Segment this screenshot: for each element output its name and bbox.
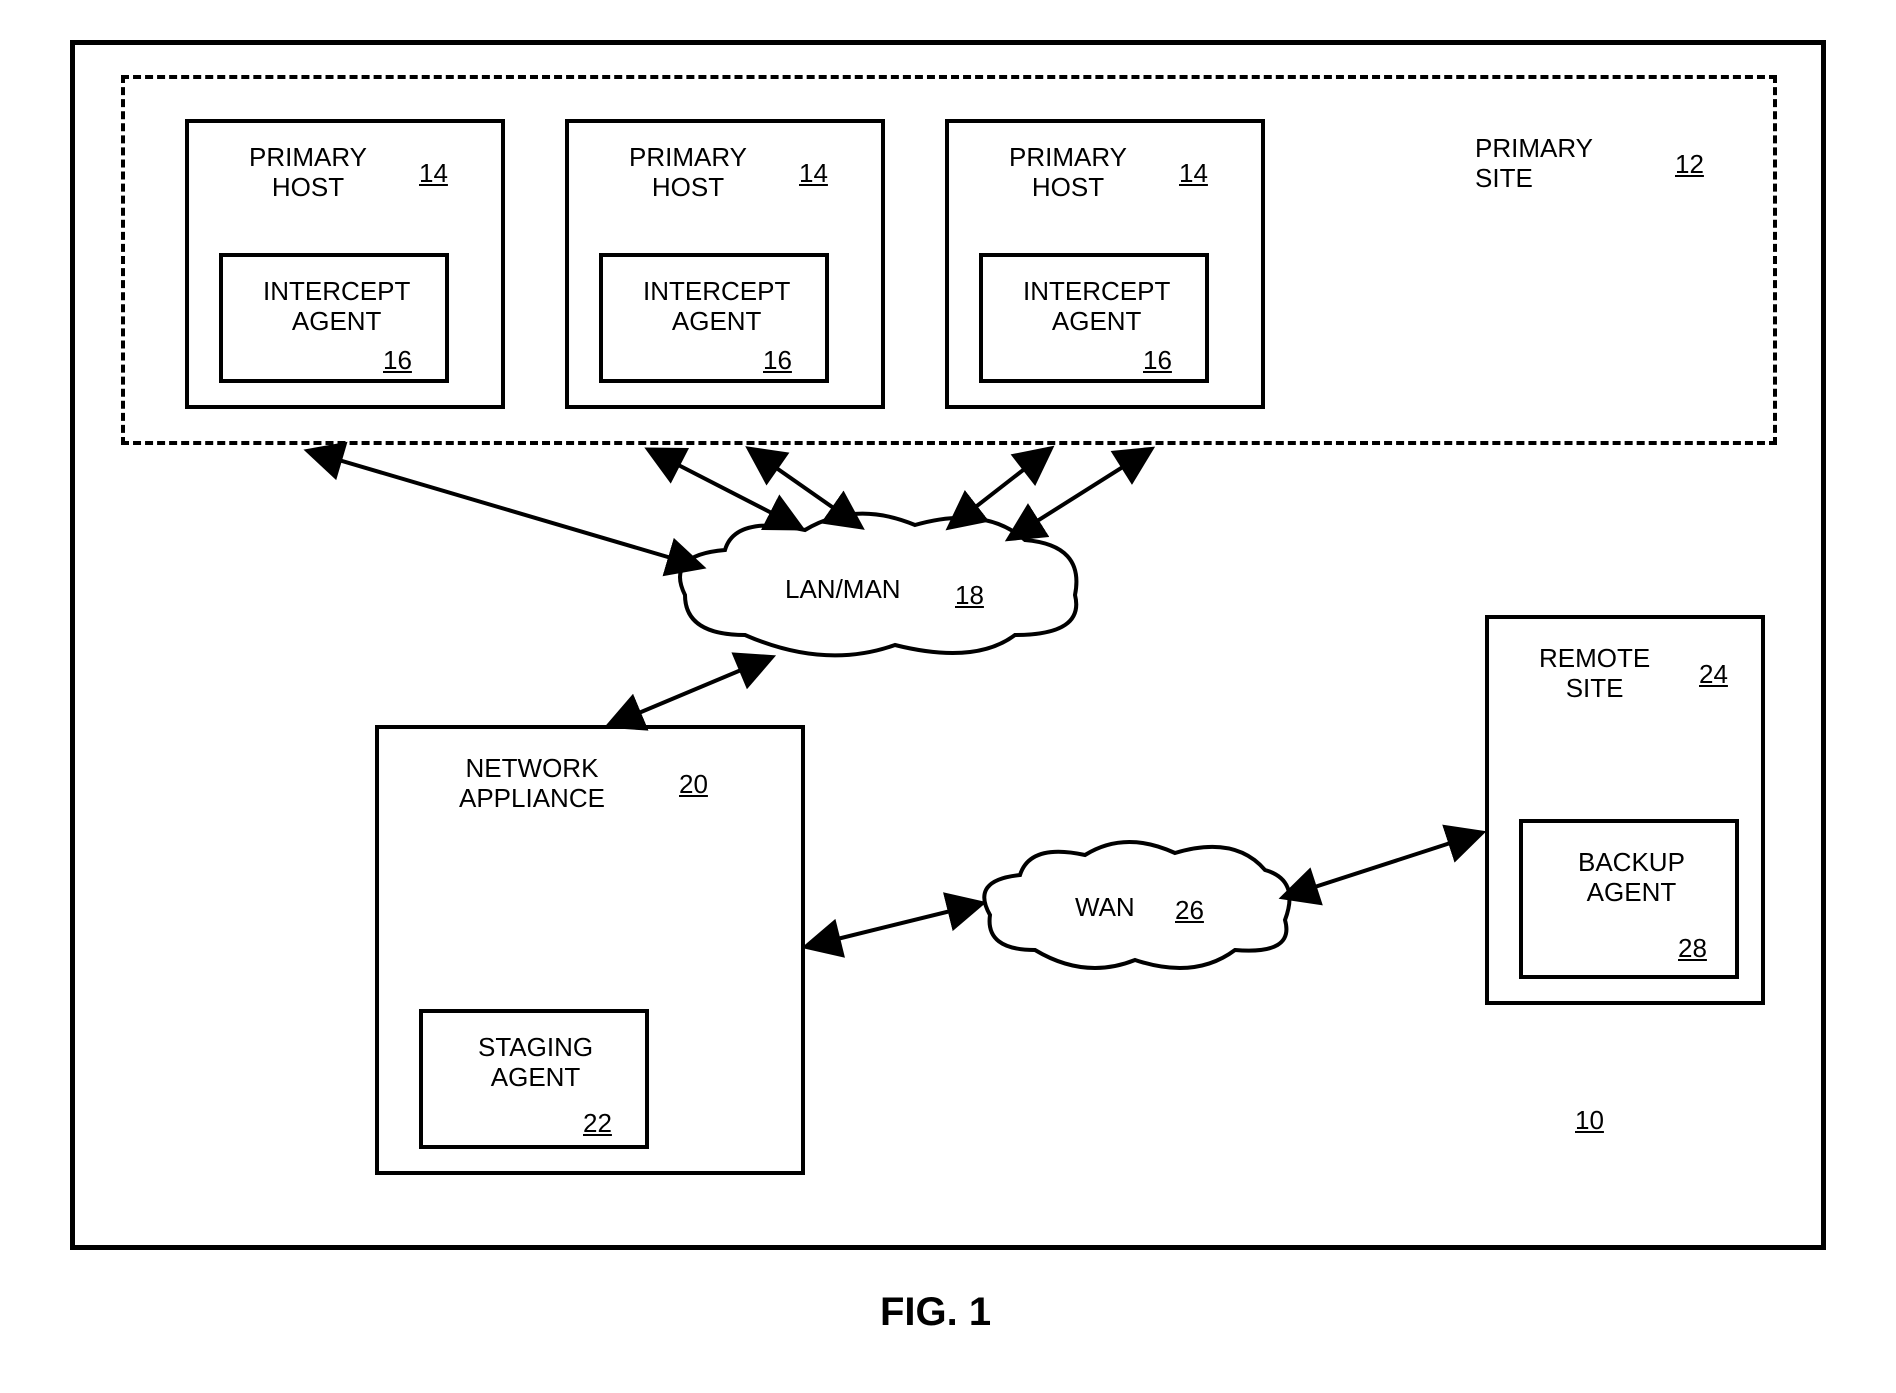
network-appliance-box: NETWORK APPLIANCE 20 STAGING AGENT 22 <box>375 725 805 1175</box>
wan-cloud <box>965 835 1305 985</box>
figure-label: FIG. 1 <box>880 1290 991 1335</box>
outer-frame: PRIMARY SITE 12 PRIMARY HOST 14 INTERCEP… <box>70 40 1826 1250</box>
network-appliance-ref: 20 <box>679 769 708 800</box>
primary-host-ref: 14 <box>799 158 828 189</box>
primary-host-label: PRIMARY HOST <box>629 143 747 203</box>
lan-label: LAN/MAN <box>785 575 901 605</box>
primary-host-box: PRIMARY HOST 14 INTERCEPT AGENT 16 <box>945 119 1265 409</box>
intercept-agent-label: INTERCEPT AGENT <box>263 277 410 337</box>
intercept-agent-ref: 16 <box>383 345 412 376</box>
wan-ref: 26 <box>1175 895 1204 926</box>
intercept-agent-label: INTERCEPT AGENT <box>643 277 790 337</box>
primary-site-ref: 12 <box>1675 149 1704 180</box>
remote-site-label: REMOTE SITE <box>1539 644 1650 704</box>
backup-agent-ref: 28 <box>1678 933 1707 964</box>
lan-ref: 18 <box>955 580 984 611</box>
wan-label: WAN <box>1075 893 1135 923</box>
primary-host-label: PRIMARY HOST <box>1009 143 1127 203</box>
primary-host-ref: 14 <box>419 158 448 189</box>
primary-site-container: PRIMARY SITE 12 PRIMARY HOST 14 INTERCEP… <box>121 75 1777 445</box>
primary-host-box: PRIMARY HOST 14 INTERCEPT AGENT 16 <box>185 119 505 409</box>
primary-host-label: PRIMARY HOST <box>249 143 367 203</box>
staging-agent-box: STAGING AGENT 22 <box>419 1009 649 1149</box>
diagram-page: PRIMARY SITE 12 PRIMARY HOST 14 INTERCEP… <box>0 0 1896 1393</box>
staging-agent-ref: 22 <box>583 1108 612 1139</box>
backup-agent-box: BACKUP AGENT 28 <box>1519 819 1739 979</box>
intercept-agent-box: INTERCEPT AGENT 16 <box>599 253 829 383</box>
primary-host-box: PRIMARY HOST 14 INTERCEPT AGENT 16 <box>565 119 885 409</box>
intercept-agent-ref: 16 <box>1143 345 1172 376</box>
remote-site-ref: 24 <box>1699 659 1728 690</box>
network-appliance-label: NETWORK APPLIANCE <box>459 754 605 814</box>
backup-agent-label: BACKUP AGENT <box>1578 848 1685 908</box>
intercept-agent-box: INTERCEPT AGENT 16 <box>979 253 1209 383</box>
remote-site-box: REMOTE SITE 24 BACKUP AGENT 28 <box>1485 615 1765 1005</box>
staging-agent-label: STAGING AGENT <box>478 1033 593 1093</box>
intercept-agent-ref: 16 <box>763 345 792 376</box>
overall-ref: 10 <box>1575 1105 1604 1136</box>
intercept-agent-label: INTERCEPT AGENT <box>1023 277 1170 337</box>
intercept-agent-box: INTERCEPT AGENT 16 <box>219 253 449 383</box>
primary-host-ref: 14 <box>1179 158 1208 189</box>
primary-site-label: PRIMARY SITE <box>1475 134 1593 194</box>
